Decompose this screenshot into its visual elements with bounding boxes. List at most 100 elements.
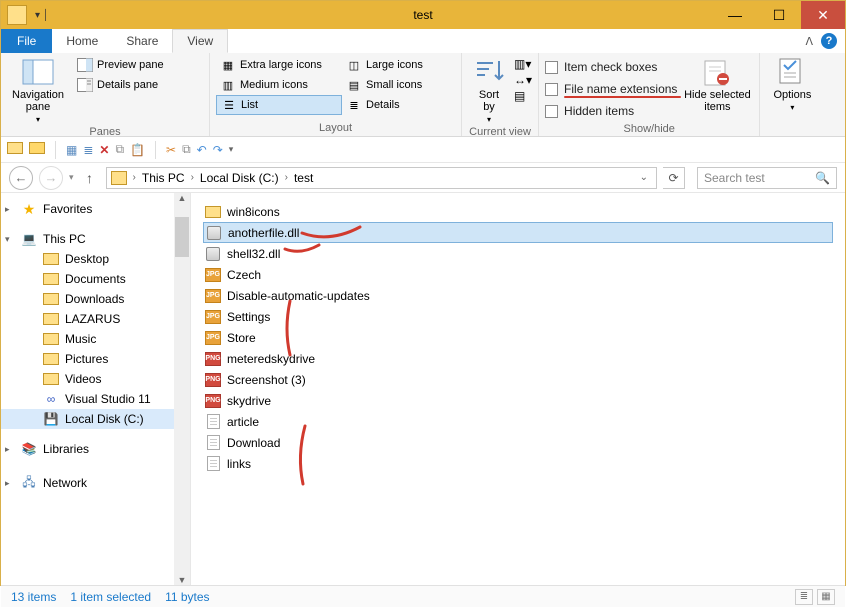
tree-vs11[interactable]: ∞Visual Studio 11: [1, 389, 190, 409]
file-item[interactable]: article: [203, 411, 833, 432]
qat-paste-icon[interactable]: 📋: [130, 143, 145, 157]
nav-scrollbar[interactable]: ▲▼: [174, 193, 190, 585]
tree-downloads[interactable]: Downloads: [1, 289, 190, 309]
sort-by-button[interactable]: Sort by ▾: [468, 55, 510, 124]
file-item[interactable]: PNGmeteredskydrive: [203, 348, 833, 369]
file-item[interactable]: anotherfile.dll: [203, 222, 833, 243]
crumb-thispc[interactable]: This PC: [142, 171, 185, 185]
tree-thispc[interactable]: ▾💻This PC: [1, 229, 190, 249]
status-selected: 1 item selected: [70, 590, 151, 604]
checkbox-item-checkboxes[interactable]: Item check boxes: [545, 57, 677, 77]
tree-network[interactable]: ▸🖧Network: [1, 473, 190, 493]
size-columns-icon[interactable]: ↔▾: [514, 73, 532, 87]
file-item[interactable]: JPGStore: [203, 327, 833, 348]
preview-pane-button[interactable]: Preview pane: [73, 55, 203, 75]
file-name: Settings: [227, 310, 270, 324]
group-by-icon[interactable]: ▤: [514, 89, 532, 103]
file-tab[interactable]: File: [1, 29, 52, 53]
file-item[interactable]: JPGCzech: [203, 264, 833, 285]
breadcrumb[interactable]: › This PC › Local Disk (C:) › test ⌄: [106, 167, 657, 189]
file-icon: PNG: [205, 393, 221, 409]
file-icon: PNG: [205, 351, 221, 367]
navigation-pane: ▸★Favorites ▾💻This PC Desktop Documents …: [1, 193, 191, 585]
search-placeholder: Search test: [704, 171, 765, 185]
file-icon: [205, 435, 221, 451]
view-thumbs-icon[interactable]: ▦: [817, 589, 835, 605]
minimize-button[interactable]: —: [713, 1, 757, 29]
back-button[interactable]: ←: [9, 166, 33, 190]
tree-favorites[interactable]: ▸★Favorites: [1, 199, 190, 219]
file-icon: JPG: [205, 288, 221, 304]
tree-music[interactable]: Music: [1, 329, 190, 349]
tree-videos[interactable]: Videos: [1, 369, 190, 389]
qat-delete-icon[interactable]: ✕: [99, 143, 109, 157]
details-pane-button[interactable]: Details pane: [73, 75, 203, 95]
file-icon: JPG: [205, 330, 221, 346]
file-item[interactable]: JPG Disable-automatic-updates: [203, 285, 833, 306]
group-columns-icon[interactable]: ▥▾: [514, 57, 532, 71]
file-item[interactable]: JPG Settings: [203, 306, 833, 327]
file-name: shell32.dll: [227, 247, 280, 261]
crumb-folder[interactable]: test: [294, 171, 313, 185]
qat-copy-icon[interactable]: ⧉: [115, 142, 124, 157]
qat-grid-icon[interactable]: ▦: [66, 143, 77, 157]
file-icon: JPG: [205, 309, 221, 325]
file-item[interactable]: links: [203, 453, 833, 474]
close-button[interactable]: ✕: [801, 1, 845, 29]
layout-sm[interactable]: ▤Small icons: [342, 75, 452, 95]
checkbox-hidden-items[interactable]: Hidden items: [545, 101, 677, 121]
tree-libraries[interactable]: ▸📚Libraries: [1, 439, 190, 459]
status-size: 11 bytes: [165, 590, 209, 604]
checkbox-file-extensions[interactable]: File name extensions: [545, 79, 677, 99]
layout-list[interactable]: ☰List: [216, 95, 342, 115]
file-list[interactable]: win8iconsanotherfile.dll shell32.dll JPGCz…: [191, 193, 845, 585]
file-icon: [205, 204, 221, 220]
qat-new-folder-icon[interactable]: [7, 142, 23, 157]
hide-selected-button[interactable]: Hide selected items: [681, 55, 753, 113]
file-item[interactable]: PNGskydrive: [203, 390, 833, 411]
help-icon[interactable]: ?: [821, 33, 837, 49]
file-item[interactable]: win8icons: [203, 201, 833, 222]
qat-cut-icon[interactable]: ✂: [166, 143, 176, 157]
layout-xl[interactable]: ▦Extra large icons: [216, 55, 342, 75]
layout-details[interactable]: ≣Details: [342, 95, 452, 115]
qat-redo-icon[interactable]: ↷: [213, 143, 223, 157]
navigation-pane-button[interactable]: Navigation pane ▾: [7, 55, 69, 124]
maximize-button[interactable]: ☐: [757, 1, 801, 29]
collapse-ribbon-icon[interactable]: ᐱ: [805, 35, 813, 48]
qat-undo-icon[interactable]: ↶: [197, 143, 207, 157]
tree-localdisk[interactable]: 💾Local Disk (C:): [1, 409, 190, 429]
file-item[interactable]: PNGScreenshot (3): [203, 369, 833, 390]
file-item[interactable]: Download: [203, 432, 833, 453]
tree-documents[interactable]: Documents: [1, 269, 190, 289]
window-title: test: [413, 8, 432, 22]
group-current-view: Sort by ▾ ▥▾ ↔▾ ▤ Current view: [462, 53, 539, 136]
tree-lazarus[interactable]: LAZARUS: [1, 309, 190, 329]
file-item[interactable]: shell32.dll: [203, 243, 833, 264]
tree-desktop[interactable]: Desktop: [1, 249, 190, 269]
window-caret-icon[interactable]: [685, 1, 713, 29]
search-box[interactable]: Search test 🔍: [697, 167, 837, 189]
crumb-drive[interactable]: Local Disk (C:): [200, 171, 279, 185]
qat-open-icon[interactable]: [29, 142, 45, 157]
tab-view[interactable]: View: [172, 29, 228, 53]
ribbon: Navigation pane ▾ Preview pane Details p…: [1, 53, 845, 137]
forward-button[interactable]: →: [39, 166, 63, 190]
tab-share[interactable]: Share: [112, 29, 172, 53]
layout-md[interactable]: ▥Medium icons: [216, 75, 342, 95]
options-button[interactable]: Options ▾: [766, 55, 818, 112]
tab-home[interactable]: Home: [52, 29, 112, 53]
group-layout: ▦Extra large icons ◫Large icons ▥Medium …: [210, 53, 462, 136]
up-button[interactable]: ↑: [80, 170, 100, 186]
quick-access-toolbar: ▦ ≣ ✕ ⧉ 📋 ✂ ⧉ ↶ ↷ ▾: [1, 137, 845, 163]
qat-copy2-icon[interactable]: ⧉: [182, 142, 191, 157]
qat-list-icon[interactable]: ≣: [83, 143, 93, 157]
file-name: Disable-automatic-updates: [227, 289, 370, 303]
group-panes: Navigation pane ▾ Preview pane Details p…: [1, 53, 210, 136]
tree-pictures[interactable]: Pictures: [1, 349, 190, 369]
view-details-icon[interactable]: ≣: [795, 589, 813, 605]
refresh-button[interactable]: ⟳: [663, 167, 685, 189]
layout-lg[interactable]: ◫Large icons: [342, 55, 452, 75]
file-icon: [205, 456, 221, 472]
file-name: Screenshot (3): [227, 373, 306, 387]
